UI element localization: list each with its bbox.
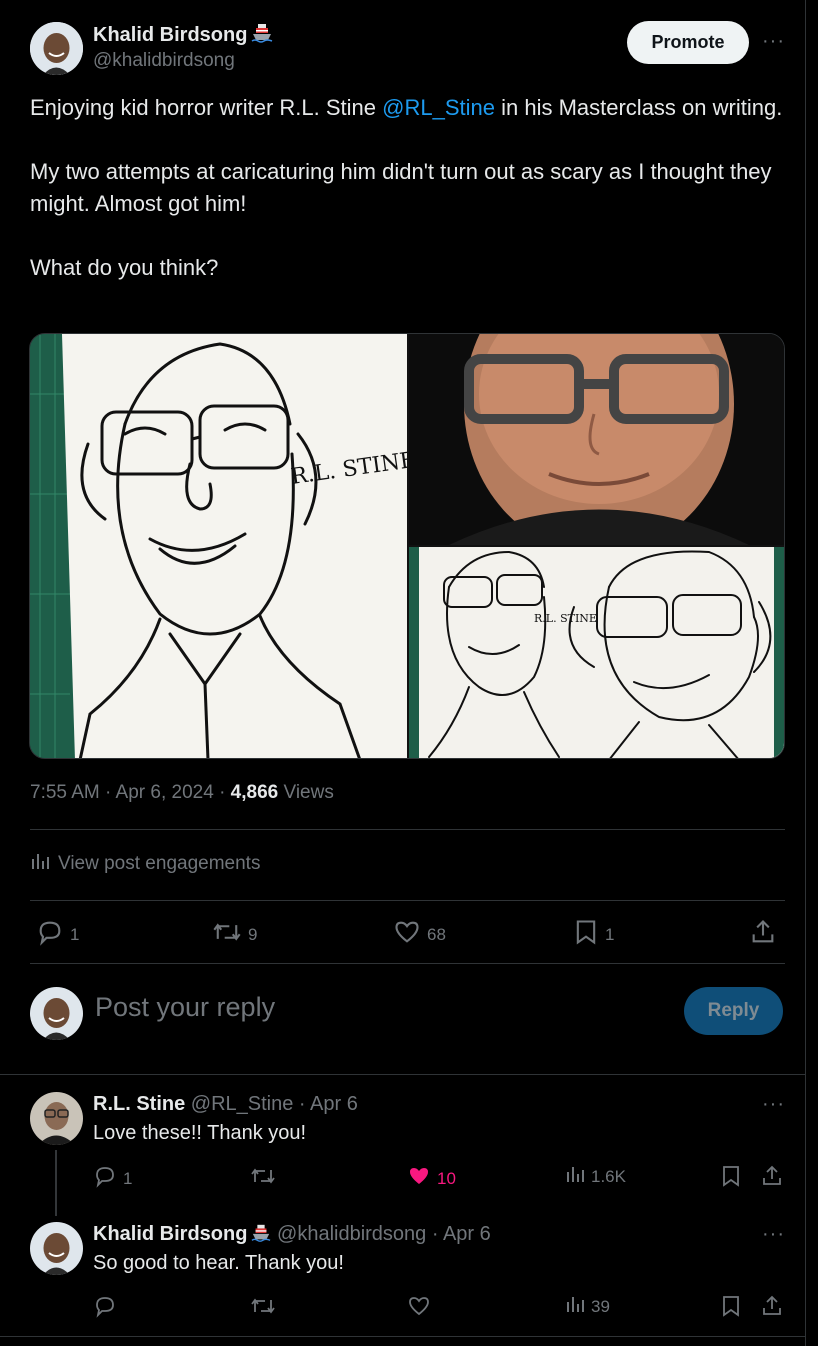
reply-bookmark-action[interactable] bbox=[720, 1164, 742, 1193]
media-image-photo[interactable] bbox=[409, 334, 784, 554]
like-count: 10 bbox=[437, 1168, 456, 1188]
reply-like-action[interactable] bbox=[407, 1294, 431, 1323]
reply-avatar-khalid[interactable] bbox=[30, 1222, 83, 1275]
share-icon bbox=[750, 918, 776, 951]
media-image-caricature-1[interactable]: R.L. STINE bbox=[30, 334, 418, 758]
reply-repost-action[interactable] bbox=[250, 1164, 282, 1193]
engagements-label: View post engagements bbox=[58, 853, 261, 874]
thread-connector bbox=[55, 1150, 57, 1216]
post-paragraph-3: What do you think? bbox=[30, 255, 219, 280]
reply-header: Khalid Birdsong @khalidbirdsong · Apr 6 bbox=[93, 1223, 491, 1249]
like-count: 68 bbox=[427, 924, 446, 944]
reply-avatar-rlstine[interactable] bbox=[30, 1092, 83, 1145]
reply-more-icon[interactable]: ··· bbox=[762, 1093, 785, 1116]
bookmark-action[interactable]: 1 bbox=[573, 918, 614, 951]
like-action[interactable]: 68 bbox=[393, 918, 446, 951]
post-timestamp[interactable]: 7:55 AM · Apr 6, 2024 · bbox=[30, 782, 231, 803]
analytics-icon bbox=[565, 1164, 585, 1189]
analytics-icon bbox=[565, 1294, 585, 1319]
reply-more-icon[interactable]: ··· bbox=[762, 1223, 785, 1246]
ship-emoji-icon bbox=[251, 1223, 271, 1249]
reply-reply-action[interactable] bbox=[93, 1294, 117, 1323]
reply-icon bbox=[93, 1164, 117, 1193]
bookmark-icon bbox=[720, 1164, 742, 1193]
tweet-detail-page: Khalid Birdsong @khalidbirdsong Promote … bbox=[0, 0, 806, 1346]
media-grid: R.L. STINE R.L. STINE bbox=[29, 333, 785, 759]
reply-action[interactable]: 1 bbox=[36, 918, 79, 951]
reply-count: 1 bbox=[123, 1168, 133, 1188]
reply-icon bbox=[93, 1294, 117, 1323]
heart-filled-icon bbox=[407, 1164, 431, 1193]
media-image-caricature-2[interactable]: R.L. STINE bbox=[409, 547, 784, 758]
reply-author-handle[interactable]: @RL_Stine bbox=[191, 1093, 294, 1115]
repost-icon bbox=[250, 1164, 276, 1193]
heart-icon bbox=[393, 918, 421, 951]
reply-reply-action[interactable]: 1 bbox=[93, 1164, 132, 1193]
author-handle[interactable]: @khalidbirdsong bbox=[93, 50, 235, 72]
reply-views-action[interactable]: 1.6K bbox=[565, 1164, 626, 1189]
views-count: 1.6K bbox=[591, 1166, 626, 1186]
analytics-icon bbox=[30, 851, 50, 877]
reply-input[interactable]: Post your reply bbox=[95, 992, 275, 1023]
repost-count: 9 bbox=[248, 924, 258, 944]
reply-author-handle[interactable]: @khalidbirdsong bbox=[277, 1223, 426, 1245]
views-count: 39 bbox=[591, 1296, 610, 1316]
divider bbox=[30, 829, 785, 830]
heart-icon bbox=[407, 1294, 431, 1323]
reply-share-action[interactable] bbox=[761, 1164, 783, 1193]
reply-bookmark-action[interactable] bbox=[720, 1294, 742, 1323]
views-label: Views bbox=[278, 782, 334, 803]
author-name[interactable]: Khalid Birdsong bbox=[93, 24, 247, 46]
divider bbox=[0, 1336, 806, 1337]
reply-date[interactable]: · Apr 6 bbox=[293, 1093, 358, 1115]
reply-views-action[interactable]: 39 bbox=[565, 1294, 610, 1319]
post-paragraph-2: My two attempts at caricaturing him didn… bbox=[30, 159, 772, 216]
share-icon bbox=[761, 1294, 783, 1323]
mention-link[interactable]: @RL_Stine bbox=[382, 95, 495, 120]
reply-like-action[interactable]: 10 bbox=[407, 1164, 456, 1193]
more-options-icon[interactable]: ··· bbox=[762, 30, 785, 53]
bookmark-icon bbox=[720, 1294, 742, 1323]
bookmark-icon bbox=[573, 918, 599, 951]
divider bbox=[30, 963, 785, 964]
divider bbox=[30, 900, 785, 901]
reply-button[interactable]: Reply bbox=[684, 987, 783, 1035]
reply-author-name[interactable]: Khalid Birdsong bbox=[93, 1223, 247, 1245]
post-paragraph-1: Enjoying kid horror writer R.L. Stine @R… bbox=[30, 95, 783, 120]
caricature-signature-small: R.L. STINE bbox=[534, 612, 597, 625]
promote-button[interactable]: Promote bbox=[627, 21, 749, 64]
reply-text: Love these!! Thank you! bbox=[93, 1122, 307, 1144]
post-text: Enjoying kid horror writer R.L. Stine @R… bbox=[30, 92, 790, 284]
repost-icon bbox=[250, 1294, 276, 1323]
divider bbox=[0, 1074, 806, 1075]
reply-author-name[interactable]: R.L. Stine bbox=[93, 1093, 185, 1115]
reply-icon bbox=[36, 918, 64, 951]
composer-avatar[interactable] bbox=[30, 987, 83, 1040]
ship-emoji-icon bbox=[251, 22, 273, 50]
reply-repost-action[interactable] bbox=[250, 1294, 276, 1323]
share-icon bbox=[761, 1164, 783, 1193]
view-engagements-link[interactable]: View post engagements bbox=[30, 851, 260, 877]
bookmark-count: 1 bbox=[605, 924, 615, 944]
reply-header: R.L. Stine @RL_Stine · Apr 6 bbox=[93, 1093, 358, 1116]
post-metadata: 7:55 AM · Apr 6, 2024 · 4,866 Views bbox=[30, 782, 334, 804]
repost-icon bbox=[212, 918, 242, 951]
author-avatar[interactable] bbox=[30, 22, 83, 75]
reply-date[interactable]: · Apr 6 bbox=[426, 1223, 491, 1245]
author-name-row[interactable]: Khalid Birdsong bbox=[93, 22, 273, 50]
reply-text: So good to hear. Thank you! bbox=[93, 1252, 344, 1274]
views-count: 4,866 bbox=[230, 782, 279, 803]
reply-share-action[interactable] bbox=[761, 1294, 783, 1323]
repost-action[interactable]: 9 bbox=[212, 918, 257, 951]
share-action[interactable] bbox=[750, 918, 776, 951]
reply-count: 1 bbox=[70, 924, 80, 944]
